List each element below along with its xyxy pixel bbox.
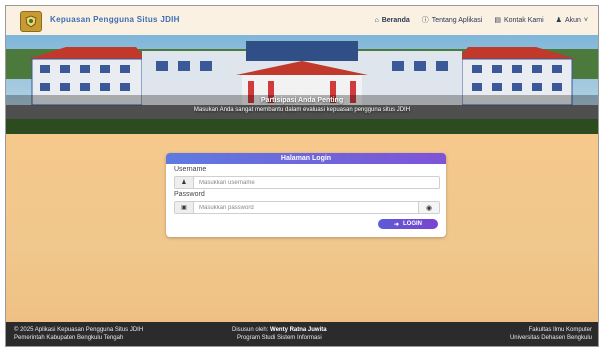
user-icon: ♟ xyxy=(555,17,562,24)
footer-copyright: © 2025 Aplikasi Kepuasan Pengguna Situs … xyxy=(14,327,144,333)
username-input-group: ♟ xyxy=(174,176,440,189)
hero-subtitle: Masukan Anda sangat membantu dalam evalu… xyxy=(193,107,411,113)
crest-icon xyxy=(25,15,37,28)
nav-account-label: Akun xyxy=(564,16,581,24)
footer-faculty: Fakultas Ilmu Komputer xyxy=(528,327,592,333)
home-icon: ⌂ xyxy=(374,16,379,24)
password-input[interactable] xyxy=(194,203,418,212)
contact-card-icon: ▤ xyxy=(494,17,501,24)
nav-about[interactable]: ⓘ Tentang Aplikasi xyxy=(422,15,483,25)
nav-menu: ⌂ Beranda ⓘ Tentang Aplikasi ▤ Kontak Ka… xyxy=(375,15,589,25)
footer-right: Fakultas Ilmu Komputer Universitas Dehas… xyxy=(510,326,592,342)
username-input[interactable] xyxy=(194,178,439,187)
login-button-label: LOGIN xyxy=(403,221,423,227)
footer-author-prefix: Disusun oleh: xyxy=(232,327,269,333)
footer-government: Pemerintah Kabupaten Bengkulu Tengah xyxy=(14,335,124,341)
footer-program: Program Studi Sistem Informasi xyxy=(236,335,322,341)
hero-caption: Partisipasi Anda Penting Masukan Anda sa… xyxy=(6,97,598,113)
password-label: Password xyxy=(174,191,205,198)
navbar: Kepuasan Pengguna Situs JDIH ⌂ Beranda ⓘ… xyxy=(6,6,598,35)
footer-middle: Disusun oleh: Wenty Ratna Juwita Program… xyxy=(232,326,327,342)
nav-about-label: Tentang Aplikasi xyxy=(431,16,483,24)
nav-contact[interactable]: ▤ Kontak Kami xyxy=(494,15,543,25)
hero-banner: Partisipasi Anda Penting Masukan Anda sa… xyxy=(6,35,598,134)
login-card: Halaman Login Username ♟ Password ▣ ◉ ➜ … xyxy=(166,153,446,237)
nav-home-label: Beranda xyxy=(381,16,410,24)
login-button[interactable]: ➜ LOGIN xyxy=(378,219,438,229)
chevron-down-icon: ˅ xyxy=(583,16,588,24)
brand-title[interactable]: Kepuasan Pengguna Situs JDIH xyxy=(50,15,180,24)
info-icon: ⓘ xyxy=(421,17,429,24)
building-photo xyxy=(6,35,598,134)
hero-title: Partisipasi Anda Penting xyxy=(260,97,344,104)
logo[interactable] xyxy=(20,11,42,32)
login-card-header: Halaman Login xyxy=(166,153,446,164)
footer: © 2025 Aplikasi Kepuasan Pengguna Situs … xyxy=(6,322,598,346)
eye-icon: ◉ xyxy=(425,204,433,212)
footer-author-name: Wenty Ratna Juwita xyxy=(270,327,327,333)
nav-account[interactable]: ♟ Akun ˅ xyxy=(556,15,588,25)
browser-frame: Kepuasan Pengguna Situs JDIH ⌂ Beranda ⓘ… xyxy=(5,5,599,347)
nav-contact-label: Kontak Kami xyxy=(503,16,544,24)
footer-left: © 2025 Aplikasi Kepuasan Pengguna Situs … xyxy=(14,326,143,342)
toggle-password-button[interactable]: ◉ xyxy=(418,202,439,213)
username-label: Username xyxy=(174,166,207,173)
footer-author-line: Disusun oleh: Wenty Ratna Juwita xyxy=(232,326,327,334)
user-icon: ♟ xyxy=(175,177,194,188)
nav-home[interactable]: ⌂ Beranda xyxy=(375,15,410,25)
main-content: Halaman Login Username ♟ Password ▣ ◉ ➜ … xyxy=(6,134,598,322)
footer-university: Universitas Dehasen Bengkulu xyxy=(509,335,592,341)
sign-in-icon: ➜ xyxy=(393,221,400,228)
password-input-group: ▣ ◉ xyxy=(174,201,440,214)
lock-icon: ▣ xyxy=(175,202,194,213)
